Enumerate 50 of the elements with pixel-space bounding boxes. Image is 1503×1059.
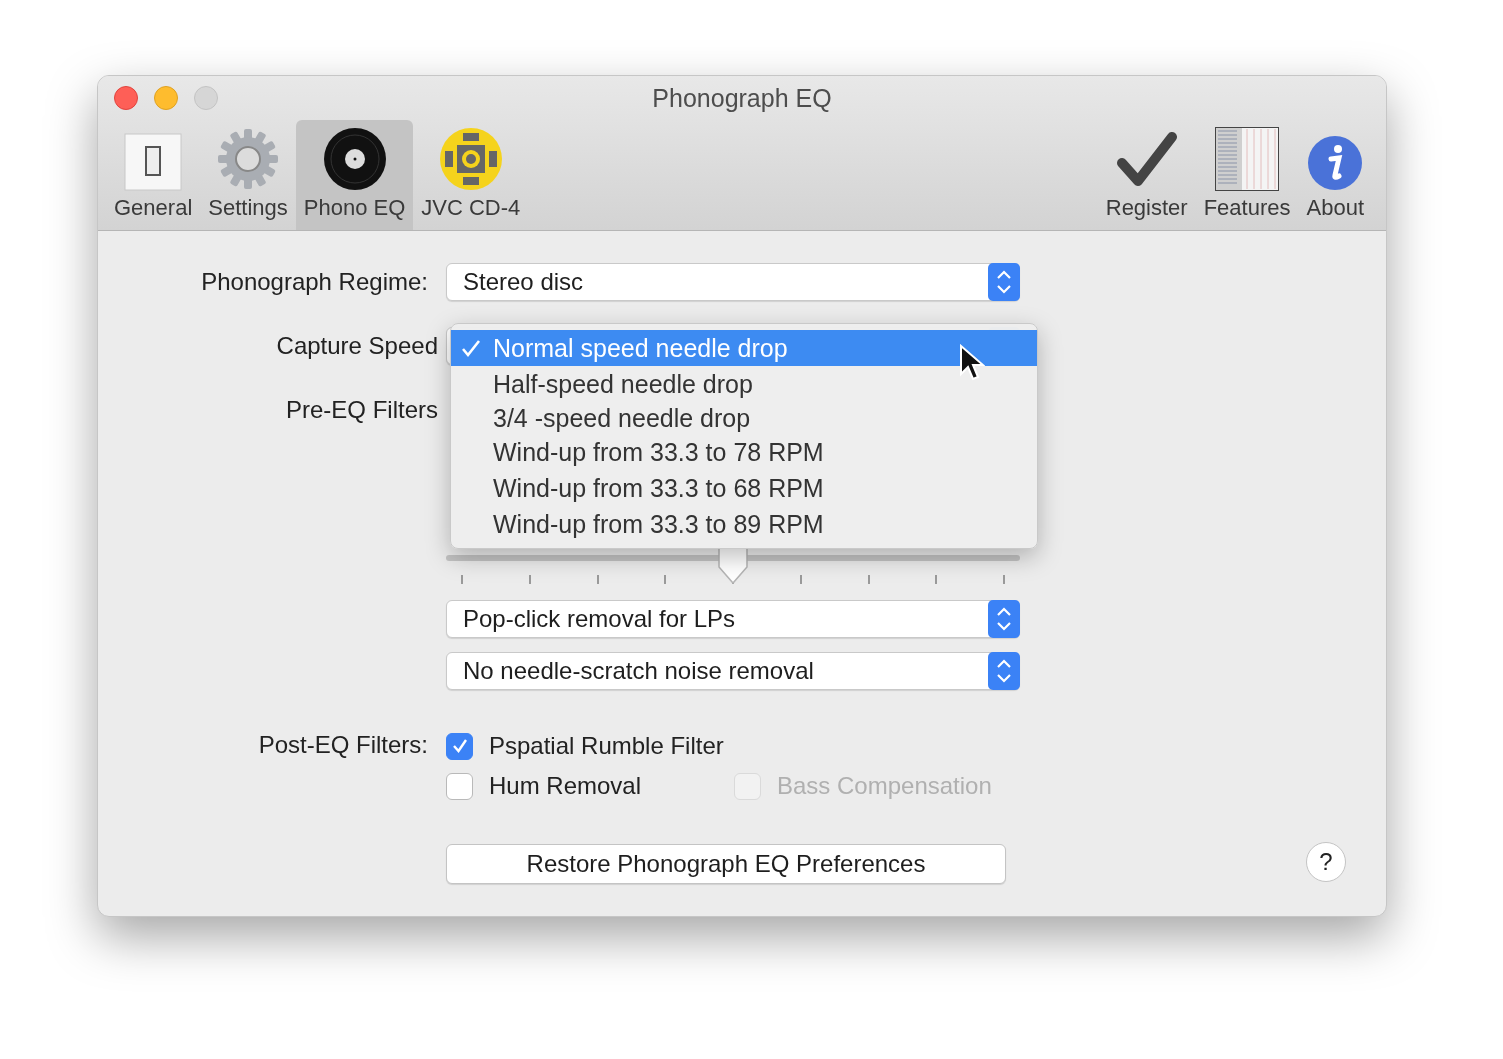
toolbar-tab[interactable]: Register [1097,120,1196,230]
toolbar-tab[interactable]: Features [1195,120,1299,230]
slider-tick [596,575,599,584]
menu-item[interactable]: Wind-up from 33.3 to 89 RPM [451,506,1037,542]
toolbar-tab[interactable]: About [1298,120,1372,230]
toolbar-tab[interactable]: General [106,120,201,230]
field-label: Pre-EQ Filters [286,395,438,425]
toolbar-tab[interactable]: Settings [200,120,296,230]
checkbox[interactable] [446,772,473,800]
checkbox-label: Hum Removal [489,772,642,800]
slider-tick [935,575,938,584]
field-label: Capture Speed [276,331,438,361]
slider-tick [867,575,870,584]
help-button[interactable]: ? [1306,842,1346,882]
toolbar-tab[interactable]: JVC CD-4 [413,120,529,230]
regime-popup[interactable]: Stereo disc [446,263,1020,301]
window-title: Phonograph EQ [652,84,832,113]
restore-preferences-button[interactable]: Restore Phonograph EQ Preferences [446,844,1006,884]
document-thumbnail-icon [1215,127,1280,191]
stepper-icon [988,652,1020,690]
filter-popup[interactable]: No needle-scratch noise removal [446,652,1020,690]
round-logo-icon [438,127,503,191]
slider-tick [528,575,531,584]
checkbox-label: Bass Compensation [777,772,992,800]
field-label: Post-EQ Filters: [258,730,428,760]
vinyl-record-icon [322,127,387,191]
checkmark-icon [461,338,481,358]
slider-tick [461,575,463,584]
filter-popup[interactable]: Pop-click removal for LPs [446,600,1020,638]
toolbar-tab[interactable]: Phono EQ [295,120,414,230]
slider-tick [799,575,802,584]
menu-item[interactable]: Wind-up from 33.3 to 68 RPM [451,470,1037,506]
stepper-icon [988,263,1020,301]
light-switch-icon [124,133,183,191]
field-label: Phonograph Regime: [201,267,428,297]
mouse-pointer-icon [959,344,985,382]
slider-tick [664,575,667,584]
gear-icon [216,127,281,191]
checkbox[interactable] [446,732,473,760]
info-icon [1307,135,1364,191]
checkmark-icon [450,737,469,755]
menu-item[interactable]: 3/4 -speed needle drop [451,402,1037,434]
close-button[interactable] [114,86,138,110]
menu-item[interactable]: Half-speed needle drop [451,366,1037,402]
minimize-button[interactable] [154,86,178,110]
stepper-icon [988,600,1020,638]
menu-item[interactable]: Wind-up from 33.3 to 78 RPM [451,434,1037,470]
checkbox-label: Pspatial Rumble Filter [489,732,724,760]
slider-tick [1003,575,1005,584]
zoom-button[interactable] [194,86,218,110]
